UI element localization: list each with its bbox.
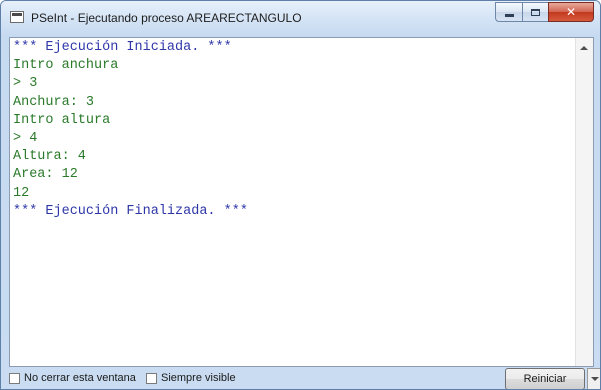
console-line: > 3 [13, 76, 38, 92]
title-bar[interactable]: PSeInt - Ejecutando proceso AREARECTANGU… [1, 1, 600, 37]
window-title: PSeInt - Ejecutando proceso AREARECTANGU… [31, 11, 302, 25]
keep-open-label[interactable]: No cerrar esta ventana [24, 372, 136, 384]
minimize-icon [504, 14, 514, 17]
pseint-execution-window: PSeInt - Ejecutando proceso AREARECTANGU… [0, 0, 601, 390]
minimize-button[interactable] [495, 2, 522, 22]
console-line: Intro altura [13, 112, 111, 128]
console-output[interactable]: *** Ejecución Iniciada. *** Intro anchura… [9, 37, 594, 367]
console-line: *** Ejecución Finalizada. *** [13, 203, 248, 219]
maximize-icon [531, 8, 540, 16]
bottom-bar: No cerrar esta ventana Siempre visible R… [9, 367, 600, 389]
scroll-up-arrow-icon[interactable] [580, 46, 588, 50]
scroll-down-arrow-icon [591, 377, 599, 381]
restart-button[interactable]: Reiniciar [505, 368, 585, 389]
keep-open-checkbox[interactable] [9, 373, 20, 384]
console-lines: *** Ejecución Iniciada. *** Intro anchura… [13, 39, 573, 221]
maximize-button[interactable] [522, 2, 548, 22]
close-icon: ✕ [565, 5, 577, 19]
scroll-down-button[interactable] [587, 368, 600, 389]
console-line: Anchura: 3 [13, 94, 95, 110]
console-line: Area: 12 [13, 167, 78, 183]
console-line: Altura: 4 [13, 149, 86, 165]
console-line: > 4 [13, 130, 38, 146]
console-line: *** Ejecución Iniciada. *** [13, 40, 232, 55]
always-visible-label[interactable]: Siempre visible [161, 372, 236, 384]
console-line: Intro anchura [13, 58, 119, 74]
always-visible-checkbox[interactable] [146, 373, 157, 384]
app-icon[interactable] [10, 11, 24, 23]
console-line: 12 [13, 185, 30, 201]
close-button[interactable]: ✕ [548, 2, 594, 22]
vertical-scrollbar[interactable] [575, 38, 593, 366]
caption-buttons: ✕ [495, 2, 594, 22]
